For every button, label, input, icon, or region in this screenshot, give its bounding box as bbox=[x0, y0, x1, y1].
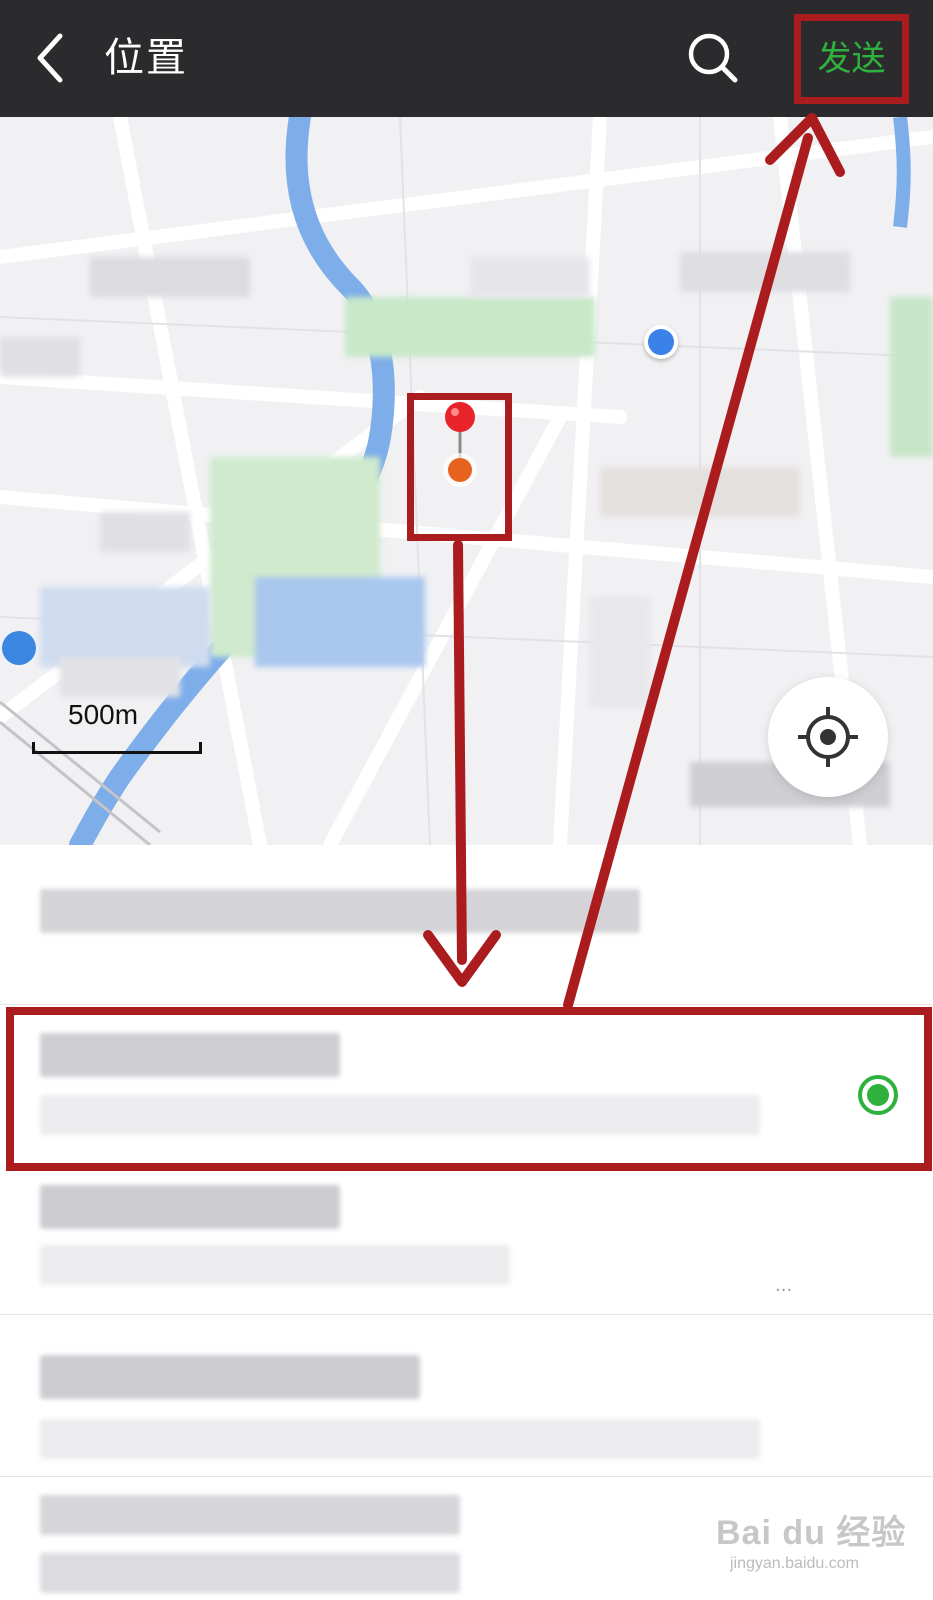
map-label bbox=[590, 597, 650, 707]
crosshair-icon bbox=[798, 707, 858, 767]
map-view[interactable]: 500m bbox=[0, 117, 933, 845]
back-button[interactable] bbox=[30, 28, 74, 88]
metro-station-icon bbox=[2, 631, 36, 665]
list-item-title-blurred bbox=[40, 889, 640, 933]
map-label bbox=[890, 297, 933, 457]
list-item-address-blurred bbox=[40, 1553, 460, 1593]
location-list: ··· bbox=[0, 845, 933, 1600]
top-bar: 位置 发送 bbox=[0, 0, 933, 117]
map-label bbox=[60, 657, 180, 697]
map-water bbox=[255, 577, 425, 667]
map-label bbox=[470, 257, 590, 297]
map-label bbox=[600, 467, 800, 517]
list-item-title-blurred bbox=[40, 1495, 460, 1535]
annotation-highlight-pin bbox=[407, 393, 512, 541]
map-park bbox=[345, 297, 595, 357]
list-item-title-blurred bbox=[40, 1355, 420, 1399]
search-button[interactable] bbox=[685, 30, 741, 86]
search-icon bbox=[688, 33, 738, 83]
map-label bbox=[680, 252, 850, 292]
list-item-title-blurred bbox=[40, 1185, 340, 1229]
locate-me-button[interactable] bbox=[768, 677, 888, 797]
map-water bbox=[40, 587, 210, 667]
map-scale-bar bbox=[32, 742, 202, 754]
current-location-dot bbox=[644, 325, 678, 359]
list-item[interactable] bbox=[0, 845, 933, 1005]
map-label bbox=[0, 337, 80, 377]
list-item[interactable] bbox=[0, 1315, 933, 1477]
map-label bbox=[100, 512, 190, 552]
list-item-address-blurred bbox=[40, 1245, 510, 1285]
annotation-highlight-selected-item bbox=[6, 1007, 932, 1171]
chevron-left-icon bbox=[37, 33, 63, 83]
list-item-address-blurred bbox=[40, 1419, 760, 1459]
page-title: 位置 bbox=[104, 35, 188, 81]
watermark-site: jingyan.baidu.com bbox=[730, 1555, 859, 1572]
map-scale-label: 500m bbox=[68, 699, 139, 730]
send-button[interactable]: 发送 bbox=[794, 14, 909, 104]
list-item[interactable] bbox=[0, 1175, 933, 1315]
watermark-logo: Bai du 经验 jingyan.baidu.com bbox=[716, 1505, 916, 1585]
watermark-brand: Bai du 经验 bbox=[716, 1514, 907, 1552]
map-label bbox=[90, 257, 250, 297]
